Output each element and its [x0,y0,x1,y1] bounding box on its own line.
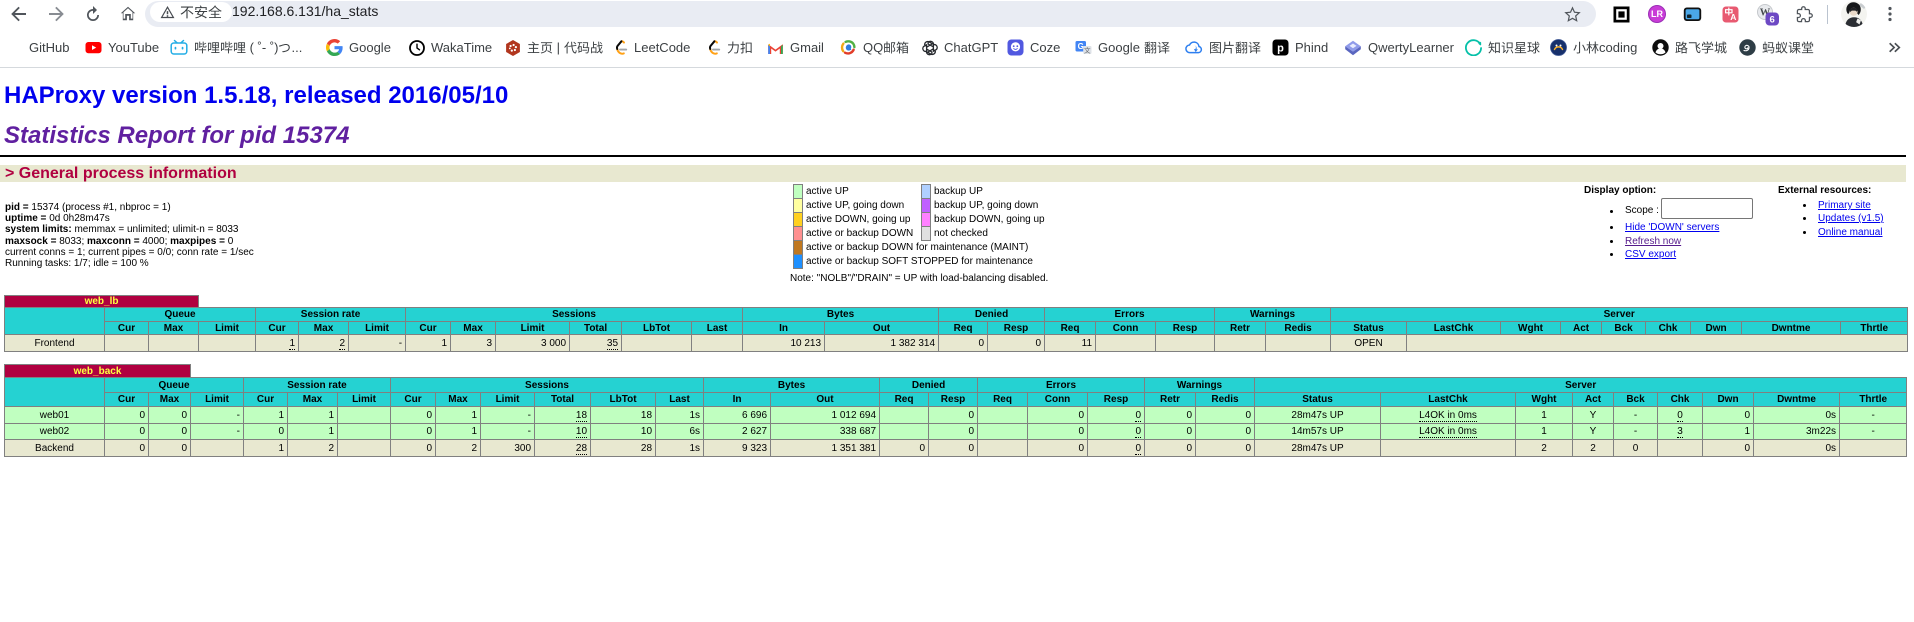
svg-text:G: G [1078,42,1084,51]
svg-text:LR: LR [1651,9,1663,19]
svg-text:A: A [1730,12,1736,22]
svg-text:6: 6 [1770,14,1775,25]
svg-text:文: 文 [1084,45,1091,54]
svg-text:p: p [1277,43,1284,55]
